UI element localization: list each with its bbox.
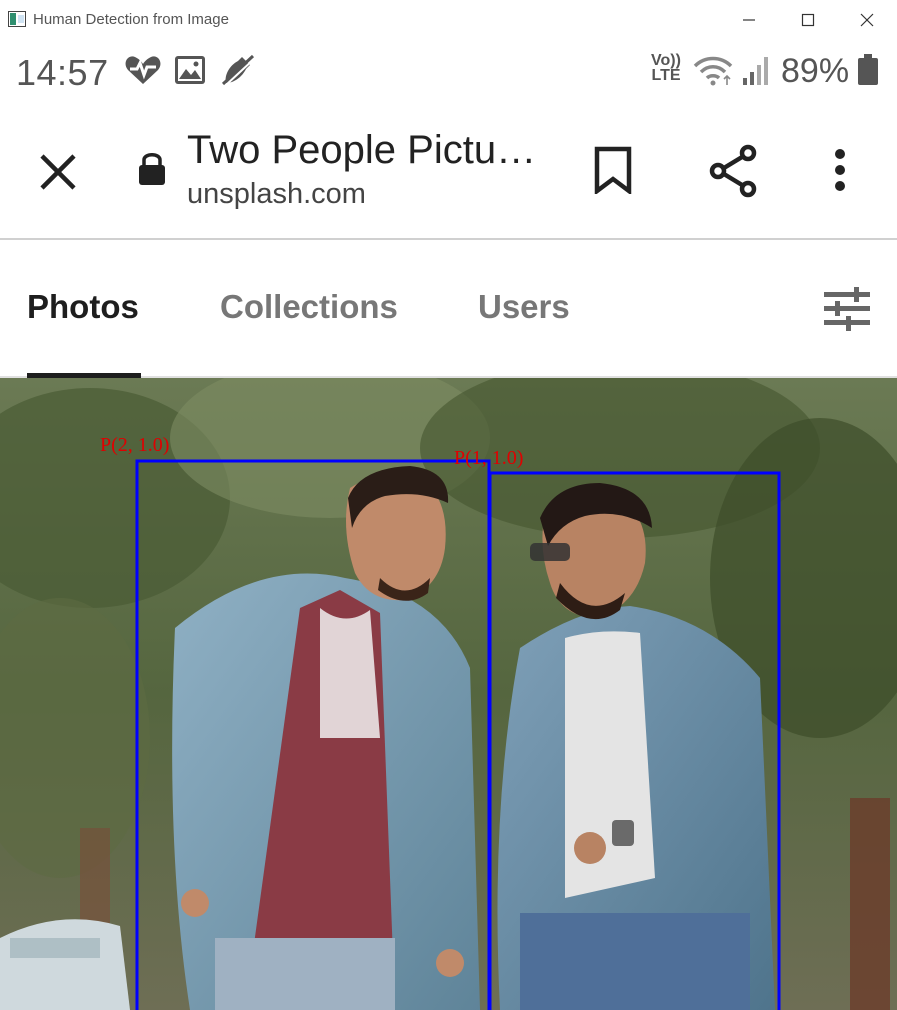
wifi-icon — [693, 56, 733, 86]
close-tab-button[interactable] — [30, 144, 86, 200]
page-domain[interactable]: unsplash.com — [187, 178, 366, 211]
tab-photos[interactable]: Photos — [27, 288, 139, 326]
filter-sliders-icon — [824, 287, 870, 331]
battery-icon — [858, 54, 878, 85]
filter-button[interactable] — [822, 286, 872, 332]
minimize-icon — [743, 19, 755, 21]
detection-label-p2: P(2, 1.0) — [100, 434, 169, 456]
search-tabs: Photos Collections Users — [0, 240, 897, 378]
tab-collections[interactable]: Collections — [220, 288, 398, 326]
bookmark-icon — [594, 146, 632, 194]
maximize-icon — [801, 13, 815, 27]
share-button[interactable] — [702, 140, 764, 202]
signal-icon — [743, 57, 768, 85]
browser-toolbar: Two People Pictu… unsplash.com — [0, 102, 897, 240]
bookmark-button[interactable] — [585, 142, 641, 198]
phone-off-icon — [221, 54, 255, 86]
detected-photo: P(2, 1.0) P(1, 1.0) — [0, 378, 897, 1010]
page-title[interactable]: Two People Pictu… — [187, 128, 536, 173]
status-bar: 14:57 Vo)) LTE 89% — [0, 40, 897, 102]
heart-pulse-icon — [125, 56, 161, 84]
more-options-button[interactable] — [818, 142, 862, 198]
close-window-button[interactable] — [838, 0, 896, 40]
window-title: Human Detection from Image — [33, 11, 229, 28]
app-icon — [8, 11, 26, 27]
more-vert-icon — [835, 149, 845, 191]
window-titlebar: Human Detection from Image — [0, 0, 897, 40]
tab-users[interactable]: Users — [478, 288, 570, 326]
maximize-button[interactable] — [779, 0, 837, 40]
photo-canvas: P(2, 1.0) P(1, 1.0) — [0, 378, 897, 1010]
close-icon — [40, 154, 76, 190]
lock-icon — [139, 153, 165, 185]
detection-label-p1: P(1, 1.0) — [454, 447, 523, 469]
share-icon — [709, 144, 757, 198]
status-time: 14:57 — [16, 52, 109, 93]
image-icon — [175, 56, 205, 84]
network-type-label: Vo)) LTE — [651, 52, 681, 84]
close-window-icon — [860, 13, 874, 27]
battery-percentage: 89% — [781, 52, 850, 90]
minimize-button[interactable] — [720, 0, 778, 40]
